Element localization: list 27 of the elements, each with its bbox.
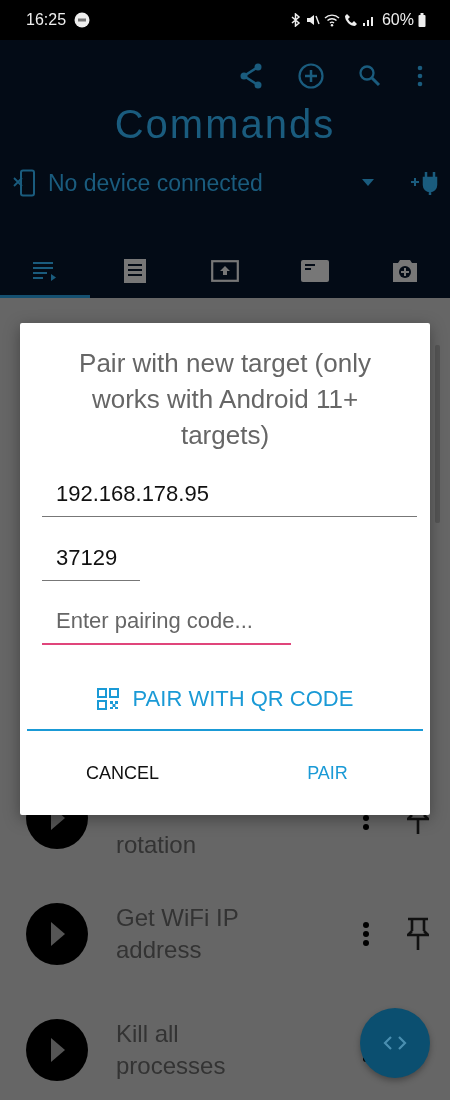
input-field[interactable]: 192.168.178.95	[42, 471, 417, 517]
battery-percent: 60%	[381, 11, 414, 29]
wifi-icon	[323, 13, 340, 27]
share-icon[interactable]	[238, 63, 264, 89]
input-field[interactable]: 37129	[42, 535, 140, 581]
cancel-button[interactable]: CANCEL	[20, 731, 225, 815]
search-icon[interactable]	[358, 64, 382, 88]
input-field[interactable]: Enter pairing code...	[42, 599, 291, 645]
call-icon	[343, 13, 358, 27]
list-icon	[32, 260, 58, 281]
battery-icon	[418, 13, 426, 27]
status-time: 16:25	[26, 11, 67, 29]
mute-icon	[305, 13, 320, 27]
code-icon	[382, 1035, 408, 1051]
disconnected-phone-icon	[12, 169, 36, 197]
bluetooth-icon	[289, 13, 302, 27]
dialog-title: Pair with new target (only works with Android 11+ targets)	[78, 347, 372, 452]
add-plug-icon[interactable]	[410, 170, 438, 196]
qr-code-icon	[96, 688, 119, 710]
window-icon	[301, 259, 329, 282]
dropdown-icon[interactable]	[362, 179, 374, 187]
screen-title: Commands	[113, 101, 337, 148]
camera-icon	[392, 258, 418, 283]
notification-icon	[74, 12, 91, 28]
add-icon[interactable]	[298, 63, 324, 89]
receipt-icon	[123, 257, 147, 284]
upload-icon	[211, 259, 239, 282]
